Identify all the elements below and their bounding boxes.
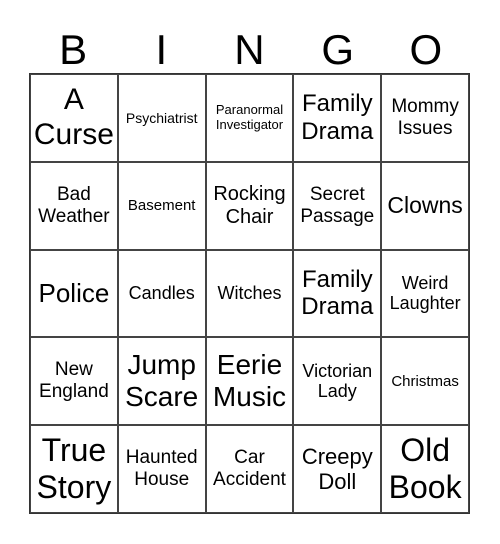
- bingo-cell[interactable]: Rocking Chair: [205, 161, 294, 250]
- header-letter-b: B: [59, 26, 88, 73]
- header-letter-o: O: [409, 26, 443, 73]
- bingo-cell[interactable]: Family Drama: [293, 74, 382, 162]
- bingo-cell[interactable]: Secret Passage: [293, 161, 382, 250]
- bingo-cell[interactable]: Police: [30, 249, 118, 338]
- bingo-cell[interactable]: Victorian Lady: [293, 337, 382, 426]
- bingo-cell[interactable]: Clowns: [381, 161, 469, 250]
- bingo-cell[interactable]: Jump Scare: [117, 337, 206, 426]
- header-letter-i: I: [155, 26, 168, 73]
- bingo-cell[interactable]: Haunted House: [117, 425, 206, 513]
- bingo-cell[interactable]: True Story: [30, 425, 118, 513]
- bingo-cell[interactable]: Bad Weather: [30, 161, 118, 250]
- bingo-cell[interactable]: Mommy Issues: [381, 74, 469, 162]
- header-letter-n: N: [234, 26, 265, 73]
- bingo-cell[interactable]: Psychiatrist: [117, 74, 206, 162]
- bingo-grid: A Curse Psychiatrist Paranormal Investigat…: [29, 73, 470, 514]
- bingo-cell[interactable]: Candles: [117, 249, 206, 338]
- bingo-cell[interactable]: Old Book: [381, 425, 469, 513]
- bingo-cell[interactable]: Car Accident: [205, 425, 294, 513]
- bingo-cell[interactable]: New England: [30, 337, 118, 426]
- bingo-cell[interactable]: Paranormal Investigator: [205, 74, 294, 162]
- bingo-cell[interactable]: Eerie Music: [205, 337, 294, 426]
- bingo-cell[interactable]: Family Drama: [293, 249, 382, 338]
- bingo-cell[interactable]: Witches: [205, 249, 294, 338]
- bingo-cell[interactable]: Basement: [117, 161, 206, 250]
- header-letter-g: G: [321, 26, 354, 73]
- bingo-cell[interactable]: Weird Laughter: [381, 249, 469, 338]
- bingo-header: B I N G O: [29, 26, 470, 74]
- bingo-cell[interactable]: Christmas: [381, 337, 469, 426]
- bingo-cell[interactable]: Creepy Doll: [293, 425, 382, 513]
- bingo-cell[interactable]: A Curse: [30, 74, 118, 162]
